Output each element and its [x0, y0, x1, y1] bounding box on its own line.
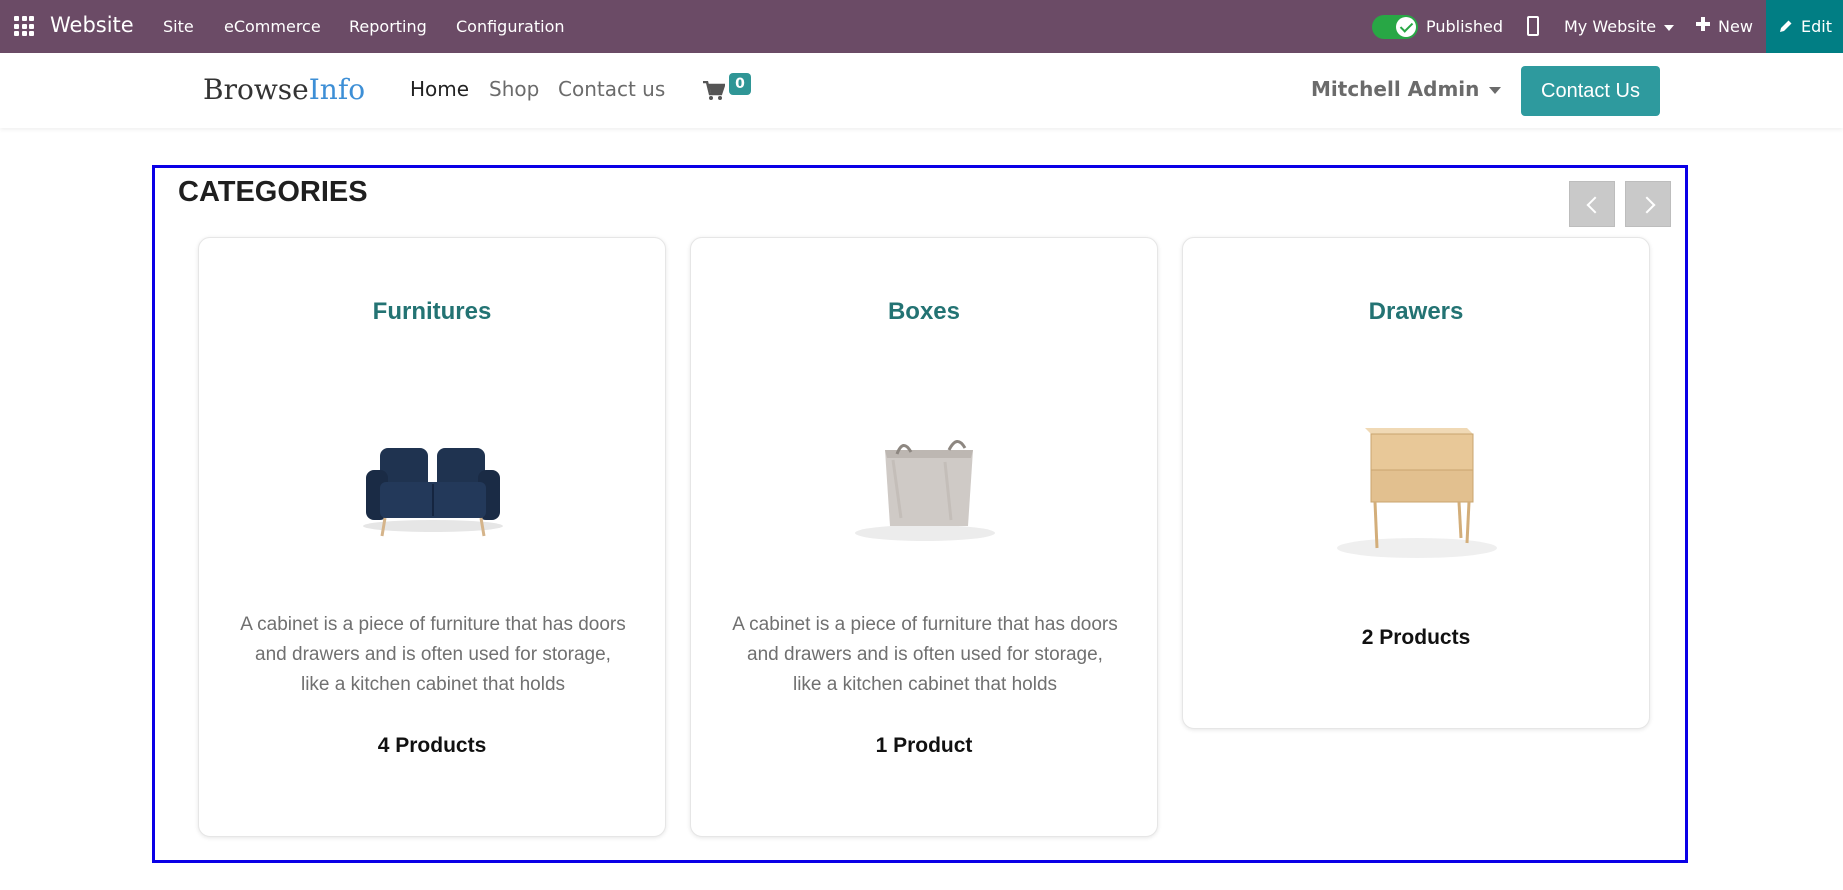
mobile-preview-icon[interactable] [1527, 16, 1539, 36]
category-product-count: 1 Product [875, 734, 973, 757]
category-product-count: 4 Products [377, 734, 487, 757]
drawer-cabinet-image [1337, 428, 1497, 558]
website-selector-label: My Website [1564, 17, 1657, 36]
published-label[interactable]: Published [1426, 17, 1503, 36]
apps-grid-icon[interactable] [14, 16, 34, 36]
logo-text-browse: Browse [203, 73, 309, 106]
menu-site[interactable]: Site [163, 17, 194, 36]
category-name[interactable]: Boxes [691, 298, 1157, 326]
nav-home[interactable]: Home [410, 77, 469, 101]
menu-reporting[interactable]: Reporting [349, 17, 427, 36]
sofa-image [363, 448, 503, 537]
new-button[interactable]: New [1718, 17, 1753, 36]
user-name: Mitchell Admin [1311, 77, 1480, 101]
app-name[interactable]: Website [50, 13, 134, 37]
edit-button[interactable]: Edit [1766, 0, 1843, 53]
admin-navbar: Website Site eCommerce Reporting Configu… [0, 0, 1843, 53]
pencil-icon [1780, 20, 1792, 32]
website-selector[interactable]: My Website [1564, 17, 1675, 36]
category-name[interactable]: Furnitures [199, 298, 665, 326]
plus-icon[interactable] [1696, 17, 1710, 31]
caret-down-icon [1664, 24, 1675, 31]
menu-configuration[interactable]: Configuration [456, 17, 565, 36]
logo-text-info: Info [308, 73, 366, 106]
categories-section: CATEGORIES Furnitures A cabinet is a pie… [152, 165, 1688, 863]
contact-us-button[interactable]: Contact Us [1521, 66, 1660, 116]
cart-icon[interactable] [703, 81, 725, 101]
user-menu[interactable]: Mitchell Admin [1311, 77, 1502, 101]
storage-box-image [855, 440, 995, 541]
edit-label: Edit [1801, 17, 1832, 36]
nav-shop[interactable]: Shop [489, 77, 539, 101]
category-name[interactable]: Drawers [1183, 298, 1649, 326]
website-header: BrowseInfo Home Shop Contact us 0 Mitche… [0, 53, 1843, 128]
category-description: A cabinet is a piece of furniture that h… [240, 614, 626, 695]
check-icon [1396, 17, 1416, 37]
category-card-drawers[interactable]: Drawers 2 Products [1182, 237, 1650, 729]
carousel-prev-button[interactable] [1569, 181, 1615, 227]
nav-contact-us[interactable]: Contact us [558, 77, 665, 101]
published-toggle[interactable] [1372, 15, 1418, 39]
category-card-boxes[interactable]: Boxes A cabinet is a piece of furniture … [690, 237, 1158, 837]
caret-down-icon [1489, 87, 1502, 94]
category-description: A cabinet is a piece of furniture that h… [732, 614, 1118, 695]
section-title: CATEGORIES [178, 176, 368, 208]
category-card-furnitures[interactable]: Furnitures A cabinet is a piece of furni… [198, 237, 666, 837]
menu-ecommerce[interactable]: eCommerce [224, 17, 321, 36]
site-logo[interactable]: BrowseInfo [203, 73, 365, 106]
category-product-count: 2 Products [1361, 626, 1471, 649]
cart-count-badge: 0 [729, 73, 751, 95]
carousel-next-button[interactable] [1625, 181, 1671, 227]
